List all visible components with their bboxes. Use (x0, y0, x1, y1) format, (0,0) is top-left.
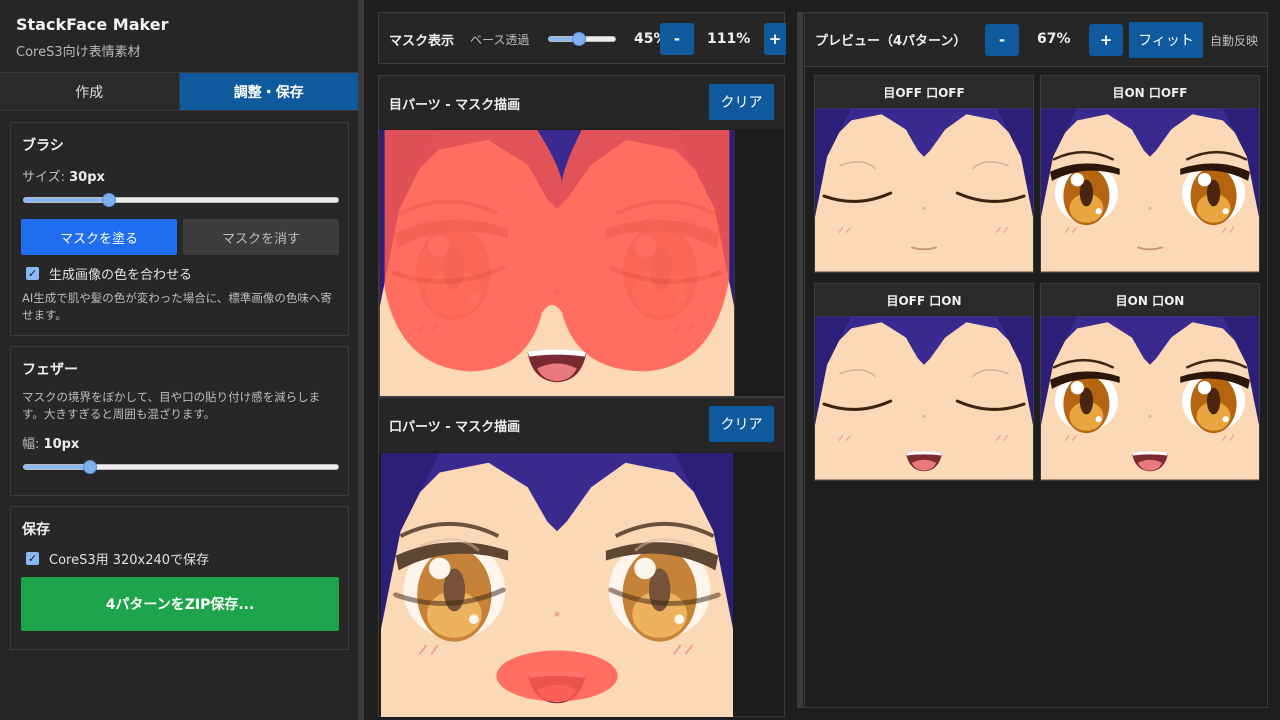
preview-panel: プレビュー（4パターン） - 67% + フィット 自動反映 目OFF 口OFF… (804, 12, 1268, 708)
mask-zoom-value: 111% (707, 31, 751, 47)
mouth-mask-image (379, 453, 735, 717)
app-title: StackFace Maker (16, 15, 169, 34)
brush-size-fill (24, 198, 109, 202)
feather-width-slider[interactable] (23, 460, 339, 474)
mask-zoom-in-button[interactable]: + (764, 23, 786, 55)
preview-zoom-value: 67% (1037, 31, 1071, 47)
feather-heading: フェザー (22, 362, 78, 378)
feather-note: マスクの境界をぼかして、目や口の貼り付け感を減らします。大きすぎると周囲も混ざり… (22, 390, 321, 421)
brush-heading: ブラシ (22, 138, 64, 154)
preview-tile-label: 目ON 口OFF (1041, 76, 1259, 108)
base-opacity-label: ベース透過 (470, 33, 530, 47)
preview-zoom-in-button[interactable]: + (1089, 24, 1123, 56)
brush-size-value: 30 (69, 170, 88, 185)
app-root: StackFace Maker CoreS3向け表情素材 作成 調整・保存 ブラ… (0, 0, 1280, 720)
app-subtitle: CoreS3向け表情素材 (16, 45, 141, 60)
preview-image (815, 108, 1033, 272)
eye-clear-button[interactable]: クリア (709, 84, 774, 120)
mouth-parts-panel: 口パーツ - マスク描画 クリア (378, 397, 785, 717)
cores3-label[interactable]: CoreS3用 320x240で保存 (49, 549, 209, 568)
match-color-note: AI生成で肌や髪の色が変わった場合に、標準画像の色味へ寄せます。 (22, 291, 332, 322)
cores3-checkbox[interactable]: ✓ (26, 552, 39, 565)
mask-toolbar: マスク表示 ベース透過 45% - 111% + (378, 12, 786, 64)
preview-tile-label: 目OFF 口ON (815, 284, 1033, 316)
eye-mask-canvas[interactable] (379, 130, 735, 396)
preview-tile-eye-off-mouth-on: 目OFF 口ON (814, 283, 1034, 481)
preview-zoom-out-button[interactable]: - (985, 24, 1019, 56)
tab-create[interactable]: 作成 (0, 73, 179, 110)
base-opacity-slider[interactable] (548, 32, 616, 46)
preview-image (1041, 108, 1259, 272)
brush-size-knob[interactable] (101, 193, 116, 207)
feather-panel: フェザー マスクの境界をぼかして、目や口の貼り付け感を減らします。大きすぎると周… (10, 346, 349, 496)
mask-view-title: マスク表示 (389, 34, 455, 49)
preview-tile-eye-off-mouth-off: 目OFF 口OFF (814, 75, 1034, 273)
preview-splitter[interactable] (797, 12, 803, 708)
brush-panel: ブラシ サイズ: 30px マスクを塗る マスクを消す ✓ 生成画像の色を合わせ… (10, 122, 349, 336)
preview-tile-eye-on-mouth-off: 目ON 口OFF (1040, 75, 1260, 273)
zip-save-button[interactable]: 4パターンをZIP保存... (21, 577, 339, 631)
mode-tabs: 作成 調整・保存 (0, 72, 358, 111)
match-color-checkbox[interactable]: ✓ (26, 267, 39, 280)
preview-tile-label: 目OFF 口OFF (815, 76, 1033, 108)
brush-size-label: サイズ: 30px (22, 170, 105, 185)
eye-parts-title: 目パーツ - マスク描画 (389, 98, 521, 113)
match-color-label[interactable]: 生成画像の色を合わせる (49, 264, 192, 283)
feather-width-fill (24, 465, 90, 469)
feather-width-label: 幅: 10px (22, 437, 80, 452)
auto-apply-label[interactable]: 自動反映 (1210, 32, 1258, 49)
preview-tile-eye-on-mouth-on: 目ON 口ON (1040, 283, 1260, 481)
mouth-mask-canvas[interactable] (379, 453, 735, 717)
preview-image (815, 316, 1033, 480)
mouth-mask-region (496, 650, 618, 702)
preview-tile-label: 目ON 口ON (1041, 284, 1259, 316)
mouth-clear-button[interactable]: クリア (709, 406, 774, 442)
brush-size-slider[interactable] (23, 193, 339, 207)
save-panel: 保存 ✓ CoreS3用 320x240で保存 4パターンをZIP保存... (10, 506, 349, 650)
feather-width-value: 10 (43, 437, 62, 452)
sidebar-splitter[interactable] (358, 0, 364, 720)
eye-mask-image (379, 130, 735, 396)
fit-button[interactable]: フィット (1129, 22, 1203, 58)
sidebar: StackFace Maker CoreS3向け表情素材 作成 調整・保存 ブラ… (0, 0, 358, 720)
save-heading: 保存 (22, 522, 50, 538)
preview-title: プレビュー（4パターン） (815, 34, 967, 49)
mask-zoom-out-button[interactable]: - (660, 23, 694, 55)
feather-width-knob[interactable] (82, 460, 97, 474)
base-opacity-knob[interactable] (571, 32, 586, 46)
paint-mask-button[interactable]: マスクを塗る (21, 219, 177, 255)
preview-image (1041, 316, 1259, 480)
erase-mask-button[interactable]: マスクを消す (183, 219, 339, 255)
tab-adjust-save[interactable]: 調整・保存 (178, 73, 358, 110)
mouth-parts-title: 口パーツ - マスク描画 (389, 420, 521, 435)
eye-parts-panel: 目パーツ - マスク描画 クリア (378, 75, 785, 397)
